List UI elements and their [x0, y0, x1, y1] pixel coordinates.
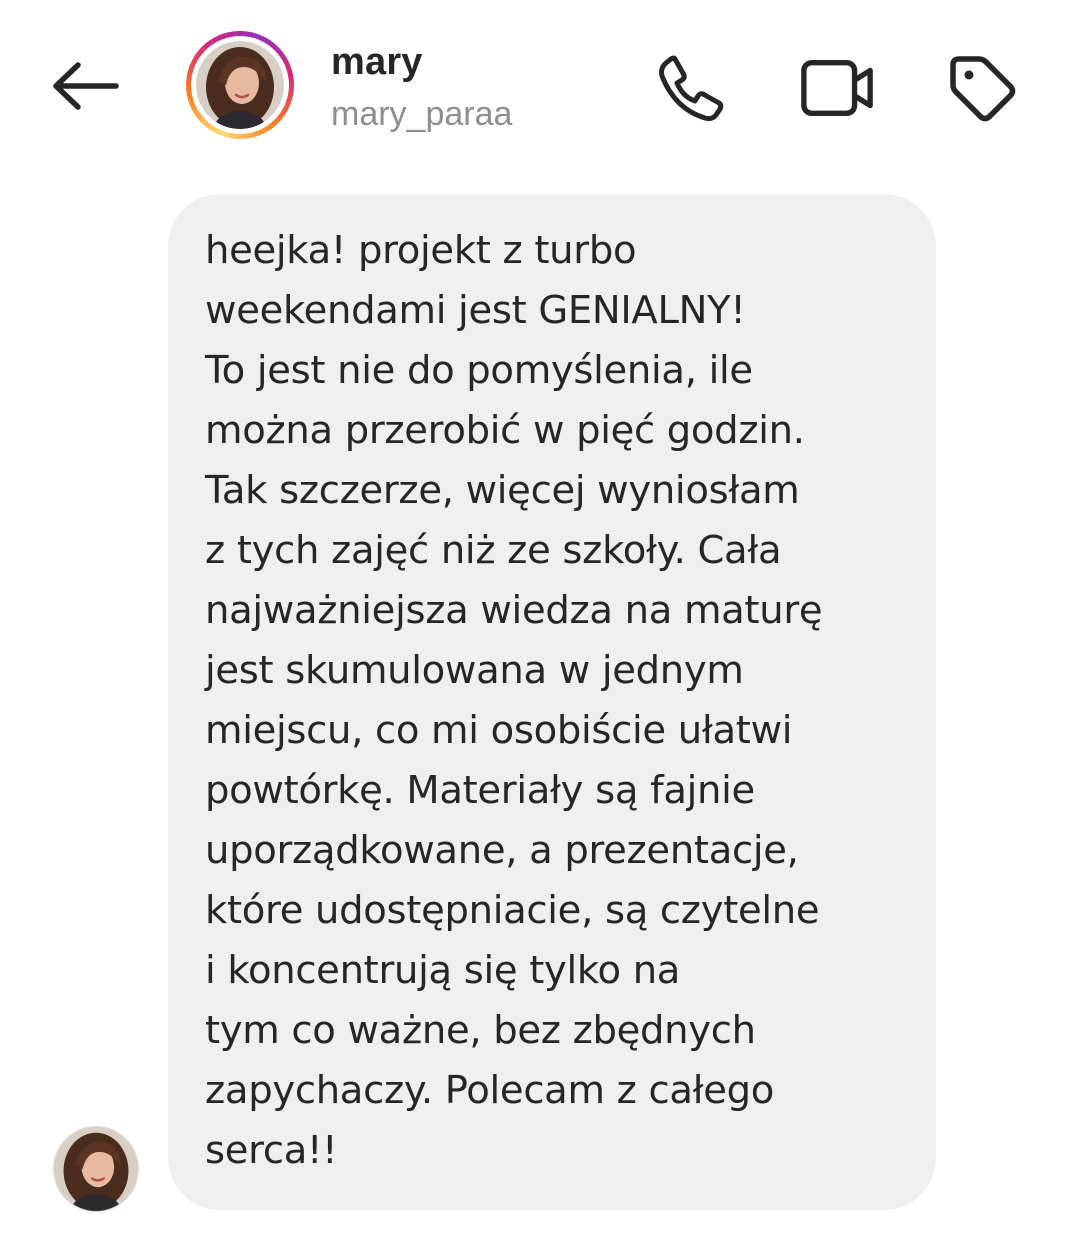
message-line: serca!! [205, 1128, 338, 1173]
sender-avatar-photo [54, 1127, 138, 1211]
message-line: To jest nie do pomyślenia, ile [205, 348, 753, 393]
message-line: z tych zajęć niż ze szkoły. Cała [205, 528, 782, 573]
sender-avatar[interactable] [53, 1126, 139, 1212]
message-line: zapychaczy. Polecam z całego [205, 1068, 775, 1113]
back-button[interactable] [40, 50, 130, 122]
message-line: weekendami jest GENIALNY! [205, 288, 746, 333]
avatar-photo [196, 41, 284, 129]
tag-icon [950, 56, 1016, 122]
audio-call-button[interactable] [652, 50, 728, 126]
message-line: Tak szczerze, więcej wyniosłam [205, 468, 800, 513]
tag-button[interactable] [944, 50, 1020, 126]
message-line: jest skumulowana w jednym [205, 648, 744, 693]
message-line: najważniejsza wiedza na maturę [205, 588, 823, 633]
message-bubble[interactable]: heejka! projekt z turbo weekendami jest … [168, 194, 936, 1210]
video-call-button[interactable] [800, 50, 876, 126]
message-line: i koncentrują się tylko na [205, 948, 681, 993]
message-line: uporządkowane, a prezentacje, [205, 828, 799, 873]
contact-name[interactable]: mary [331, 41, 423, 84]
message-line: tym co ważne, bez zbędnych [205, 1008, 756, 1053]
contact-username[interactable]: mary_paraa [331, 95, 512, 134]
video-camera-icon [801, 59, 873, 117]
arrow-left-icon [53, 62, 119, 110]
chat-header: mary mary_paraa [0, 0, 1080, 170]
message-line: powtórkę. Materiały są fajnie [205, 768, 755, 813]
message-line: miejscu, co mi osobiście ułatwi [205, 708, 793, 753]
profile-avatar[interactable] [186, 31, 294, 139]
phone-icon [659, 55, 724, 122]
message-line: można przerobić w pięć godzin. [205, 408, 805, 453]
message-line: które udostępniacie, są czytelne [205, 888, 820, 933]
avatar-border [191, 36, 289, 134]
message-line: heejka! projekt z turbo [205, 228, 637, 273]
